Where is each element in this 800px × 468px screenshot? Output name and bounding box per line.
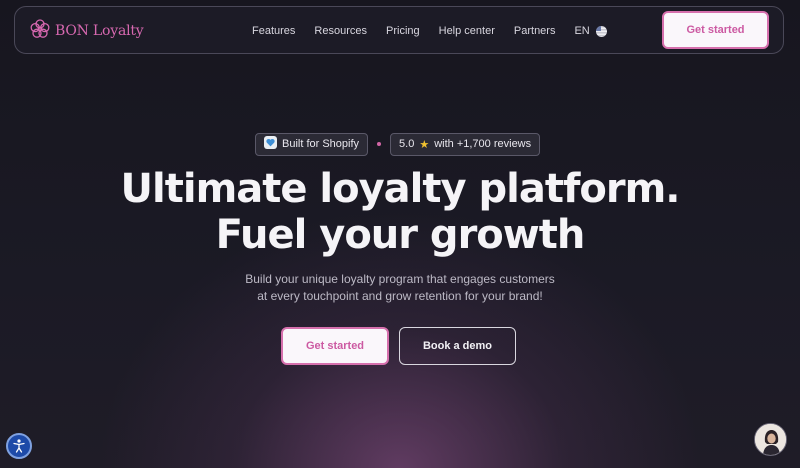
nav-link-features[interactable]: Features: [252, 25, 295, 37]
logo-text: BON Loyalty: [55, 23, 144, 39]
hero-badges: Built for Shopify 5.0 ★ with +1,700 revi…: [255, 132, 541, 156]
rating-value: 5.0: [399, 138, 415, 150]
shopify-badge: Built for Shopify: [255, 132, 369, 156]
book-demo-button[interactable]: Book a demo: [399, 327, 516, 365]
hero-subtext-line-1: Build your unique loyalty program that e…: [245, 272, 555, 286]
us-flag-icon: [595, 25, 607, 37]
chat-avatar[interactable]: [754, 423, 787, 456]
nav-link-pricing[interactable]: Pricing: [386, 25, 420, 37]
reviews-count: with +1,700 reviews: [434, 138, 532, 150]
flower-logo-icon: [29, 18, 51, 45]
logo[interactable]: BON Loyalty: [29, 18, 144, 45]
hero-get-started-button[interactable]: Get started: [281, 327, 389, 365]
nav-link-resources[interactable]: Resources: [314, 25, 367, 37]
language-label: EN: [574, 25, 590, 37]
shopify-heart-icon: [264, 136, 277, 152]
language-selector[interactable]: EN: [574, 25, 607, 37]
rating-badge: 5.0 ★ with +1,700 reviews: [390, 132, 541, 156]
nav-links: Features Resources Pricing Help center P…: [252, 7, 607, 55]
hero-headline-line-1: Ultimate loyalty platform.: [120, 166, 681, 212]
nav-get-started-button[interactable]: Get started: [662, 11, 769, 49]
badge-separator-dot: [377, 142, 382, 146]
hero-subtext-line-2: at every touchpoint and grow retention f…: [257, 289, 543, 303]
hero-headline-line-2: Fuel your growth: [215, 212, 586, 258]
accessibility-icon[interactable]: [6, 433, 32, 459]
nav-link-partners[interactable]: Partners: [514, 25, 556, 37]
top-navbar: BON Loyalty Features Resources Pricing H…: [14, 6, 784, 54]
nav-link-help-center[interactable]: Help center: [439, 25, 495, 37]
shopify-badge-label: Built for Shopify: [282, 138, 360, 150]
star-icon: ★: [419, 138, 430, 151]
